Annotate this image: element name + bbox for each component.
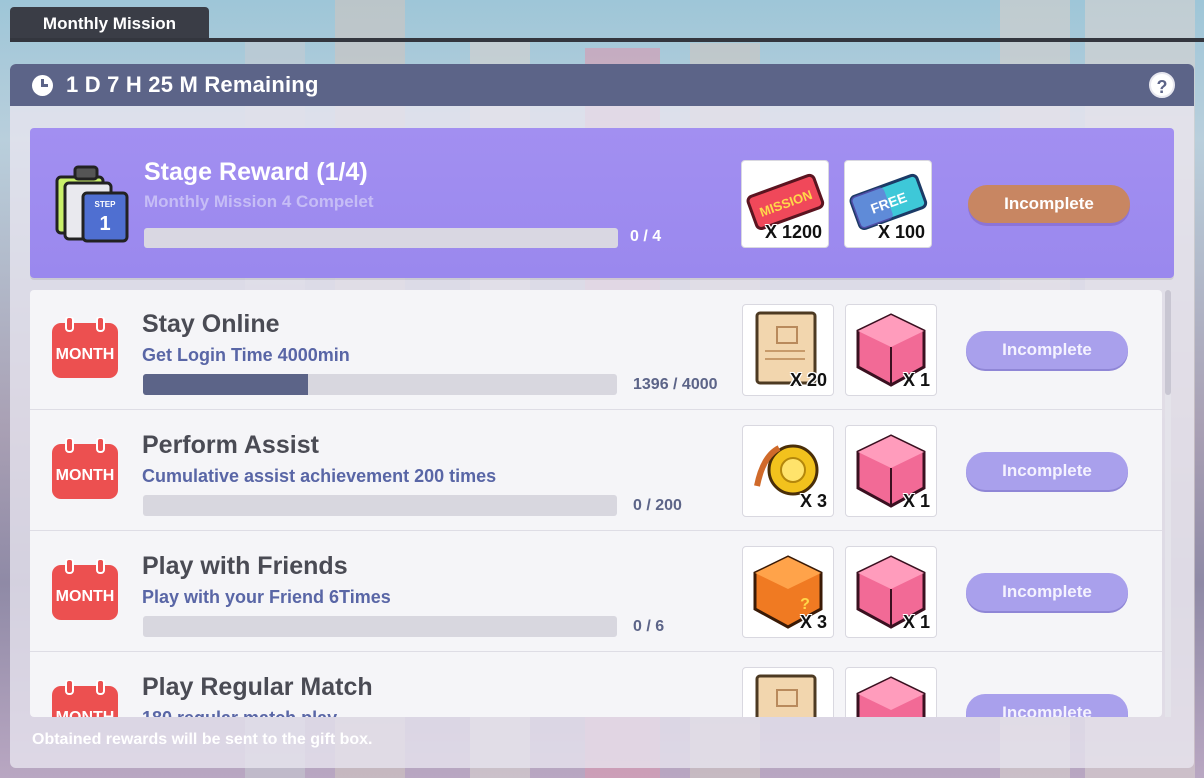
tab-monthly-mission[interactable]: Monthly Mission [10, 7, 209, 41]
reward-slot[interactable]: FREE X 100 [844, 160, 932, 248]
scrollbar[interactable] [1165, 290, 1171, 717]
reward-slot[interactable]: X 1 [845, 304, 937, 396]
svg-text:MONTH: MONTH [56, 467, 115, 484]
reward-qty: X 1 [902, 612, 930, 632]
month-box-icon [856, 676, 926, 717]
mission-status-button[interactable]: Incomplete [966, 331, 1128, 369]
reward-slot[interactable]: X 20 [742, 304, 834, 396]
mission-panel: 1 D 7 H 25 M Remaining ? STEP 1 Stage Re… [10, 64, 1194, 768]
month-calendar-icon: MONTH [52, 680, 118, 717]
mission-desc: Cumulative assist achievement 200 times [142, 466, 497, 486]
mission-desc: Play with your Friend 6Times [142, 587, 391, 607]
reward-qty: X 3 [799, 491, 827, 511]
scrollbar-thumb[interactable] [1165, 290, 1171, 395]
mission-title: Stay Online [142, 310, 280, 338]
svg-text:MONTH: MONTH [56, 588, 115, 605]
panel-header: 1 D 7 H 25 M Remaining ? [10, 64, 1194, 106]
mission-progress-count: 0 / 6 [633, 618, 665, 635]
time-remaining: 1 D 7 H 25 M Remaining [66, 72, 319, 97]
month-calendar-icon: MONTH [52, 317, 118, 378]
mission-title: Perform Assist [142, 431, 319, 459]
mission-progress-bar [143, 374, 617, 395]
mission-title: Play with Friends [142, 552, 348, 580]
mission-desc: 180 regular match play [142, 708, 337, 717]
scroll-icon [755, 674, 817, 717]
mission-status-button[interactable]: Incomplete [966, 573, 1128, 611]
svg-text:MONTH: MONTH [56, 709, 115, 717]
stage-progress-count: 0 / 4 [630, 228, 662, 245]
reward-qty: X 1 [902, 491, 930, 511]
list-item: MONTH Perform Assist Cumulative assist a… [30, 411, 1162, 531]
list-item: MONTH Stay Online Get Login Time 4000min… [30, 290, 1162, 410]
tab-bar: Monthly Mission [10, 7, 1204, 43]
step-label: STEP [95, 200, 117, 209]
clipboard-icon: STEP 1 [55, 165, 129, 243]
month-calendar-icon: MONTH [52, 559, 118, 620]
reward-slot[interactable]: X 1 [845, 425, 937, 517]
reward-qty: X 1200 [764, 222, 822, 242]
stage-progress-bar [144, 228, 618, 248]
mission-progress-bar [143, 616, 617, 637]
stage-claim-button[interactable]: Incomplete [968, 185, 1130, 223]
svg-text:MONTH: MONTH [56, 346, 115, 363]
reward-qty: X 1 [902, 370, 930, 390]
clock-icon [32, 75, 53, 96]
mission-desc: Get Login Time 4000min [142, 345, 350, 365]
mission-list[interactable]: MONTH Stay Online Get Login Time 4000min… [30, 290, 1162, 717]
list-item: MONTH Play Regular Match 180 regular mat… [30, 653, 1162, 717]
reward-slot[interactable]: ? X 3 [742, 546, 834, 638]
reward-slot[interactable] [845, 667, 937, 717]
mission-progress-fill [143, 374, 309, 395]
list-item: MONTH Play with Friends Play with your F… [30, 532, 1162, 652]
stage-subtitle: Monthly Mission 4 Compelet [144, 192, 374, 211]
month-calendar-icon: MONTH [52, 438, 118, 499]
mission-title: Play Regular Match [142, 673, 373, 701]
step-number: 1 [99, 213, 110, 235]
mission-status-button[interactable]: Incomplete [966, 452, 1128, 490]
svg-text:?: ? [800, 596, 810, 613]
mission-progress-bar [143, 495, 617, 516]
footer-note: Obtained rewards will be sent to the gif… [32, 731, 373, 748]
reward-slot[interactable] [742, 667, 834, 717]
stage-reward: STEP 1 Stage Reward (1/4) Monthly Missio… [30, 128, 1174, 278]
mission-progress-count: 1396 / 4000 [633, 376, 718, 393]
help-button[interactable]: ? [1149, 72, 1175, 98]
mission-status-button[interactable]: Incomplete [966, 694, 1128, 717]
reward-qty: X 20 [789, 370, 827, 390]
reward-slot[interactable]: X 1 [845, 546, 937, 638]
reward-qty: X 3 [799, 612, 827, 632]
stage-title: Stage Reward (1/4) [144, 158, 368, 186]
reward-slot[interactable]: X 3 [742, 425, 834, 517]
tab-underline [10, 38, 1204, 42]
reward-slot[interactable]: MISSION X 1200 [741, 160, 829, 248]
reward-qty: X 100 [877, 222, 925, 242]
mission-progress-count: 0 / 200 [633, 497, 682, 514]
